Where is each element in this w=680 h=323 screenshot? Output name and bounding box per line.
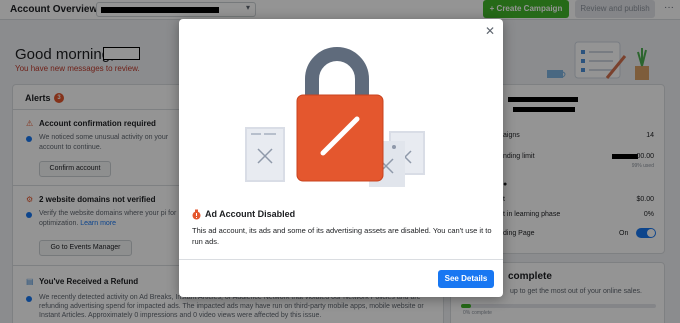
- ad-account-disabled-dialog: ✕ Ad Account Disabled This ad account, i…: [179, 19, 503, 297]
- dialog-body: This ad account, its ads and some of its…: [192, 226, 492, 246]
- close-icon[interactable]: ✕: [485, 24, 495, 38]
- alert-badge-icon: [192, 209, 201, 220]
- lock-illustration: [245, 47, 425, 187]
- divider: [179, 259, 503, 260]
- see-details-button[interactable]: See Details: [438, 270, 494, 288]
- dialog-title: Ad Account Disabled: [205, 209, 296, 219]
